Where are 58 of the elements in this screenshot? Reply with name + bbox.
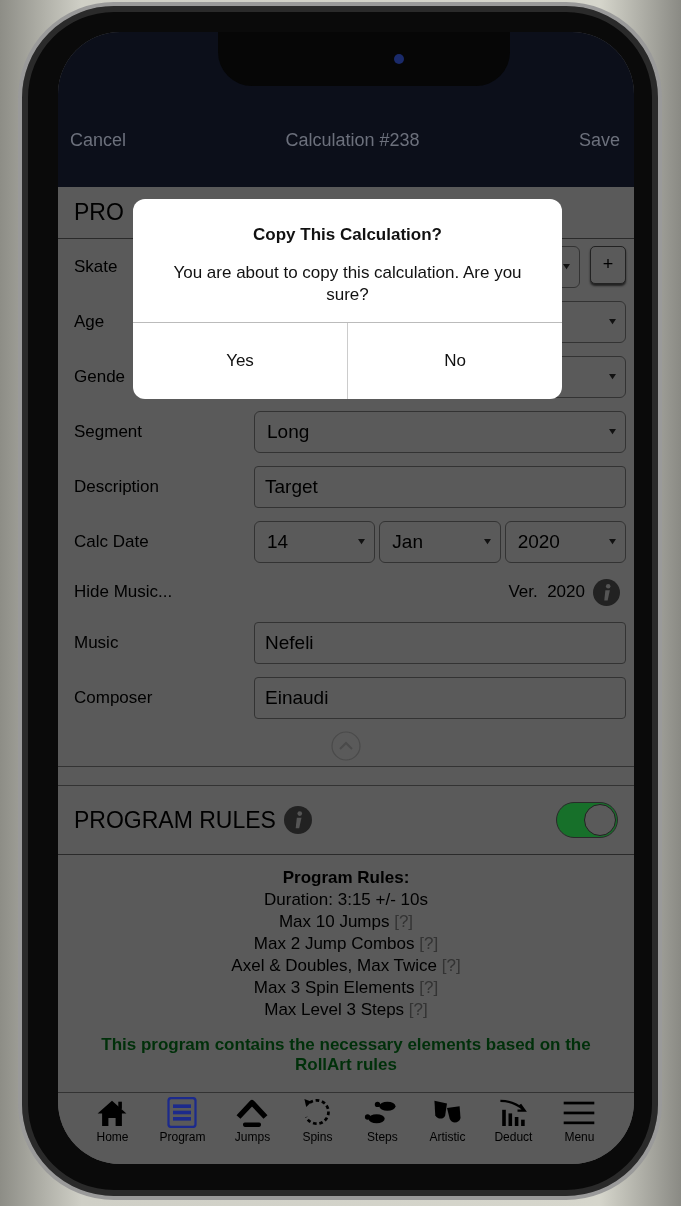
rules-heading: Program Rules: (282, 867, 410, 889)
date-select[interactable]: Jan (379, 520, 501, 563)
caret-icon (608, 538, 617, 545)
help-link[interactable]: [?] (419, 934, 439, 953)
section-title: PROGRAM RULES (74, 806, 276, 834)
dialog-title: Copy This Calculation? (252, 224, 443, 245)
caret-icon (608, 428, 617, 435)
section-title: PRO (74, 199, 124, 226)
text-field[interactable]: Nefeli (254, 621, 626, 664)
select-field[interactable]: Long (254, 410, 626, 453)
add-button[interactable]: + (590, 245, 626, 284)
dialog-message: You are about to copy this calculation. Are you sure? (172, 262, 523, 306)
cancel-button[interactable]: Cancel (70, 130, 127, 151)
date-select[interactable]: 14 (254, 520, 376, 563)
screen-title: Calculation #238 (285, 130, 420, 151)
hide-music-link[interactable]: Hide Music... (74, 582, 173, 602)
rule-text: Duration: 3:15 +/- 10s (264, 890, 428, 909)
rule-text: Max 10 Jumps (278, 912, 390, 931)
field-label: Segment (74, 421, 143, 442)
rule-text: Max 3 Spin Elements (253, 978, 415, 997)
date-select[interactable]: 2020 (504, 520, 626, 563)
field-label: Skate (74, 256, 118, 277)
caret-icon (562, 263, 571, 270)
nav-tab[interactable]: Jumps (234, 1097, 271, 1154)
field-label: Music (74, 632, 119, 653)
caret-icon (608, 373, 617, 380)
info-icon[interactable] (283, 806, 312, 834)
nav-tab[interactable]: Deduct (494, 1097, 533, 1154)
text-field[interactable]: Target (254, 465, 626, 508)
rules-toggle[interactable] (556, 802, 618, 838)
nav-tab[interactable]: Program (159, 1097, 206, 1154)
status-message: This program contains the necessary elements based on the RollArt rules (100, 1035, 592, 1075)
nav-tab[interactable]: Home (94, 1097, 131, 1154)
help-link[interactable]: [?] (419, 978, 439, 997)
dialog-button[interactable]: No (347, 323, 562, 399)
field-label: Gende (74, 366, 126, 387)
field-label: Composer (74, 687, 153, 708)
field-label: Calc Date (74, 531, 149, 552)
save-button[interactable]: Save (578, 130, 620, 151)
caret-icon (357, 538, 367, 545)
nav-tab[interactable]: Artistic (429, 1097, 466, 1154)
field-label: Age (74, 311, 105, 332)
dialog-button[interactable]: Yes (133, 323, 347, 399)
rule-text: Max 2 Jump Combos (253, 934, 415, 953)
text-field[interactable]: Einaudi (254, 676, 626, 719)
nav-tab[interactable]: Menu (561, 1097, 598, 1154)
help-link[interactable]: [?] (441, 956, 461, 975)
rule-text: Max Level 3 Steps (264, 1000, 405, 1019)
caret-icon (482, 538, 492, 545)
rule-text: Axel & Doubles, Max Twice (231, 956, 437, 975)
help-link[interactable]: [?] (408, 1000, 428, 1019)
nav-tab[interactable]: Steps (364, 1097, 401, 1154)
info-icon[interactable] (593, 578, 620, 606)
version-label: Ver. 2020 (508, 582, 585, 602)
help-link[interactable]: [?] (394, 912, 414, 931)
nav-tab[interactable]: Spins (299, 1097, 336, 1154)
field-label: Description (74, 476, 160, 497)
caret-icon (608, 318, 617, 325)
